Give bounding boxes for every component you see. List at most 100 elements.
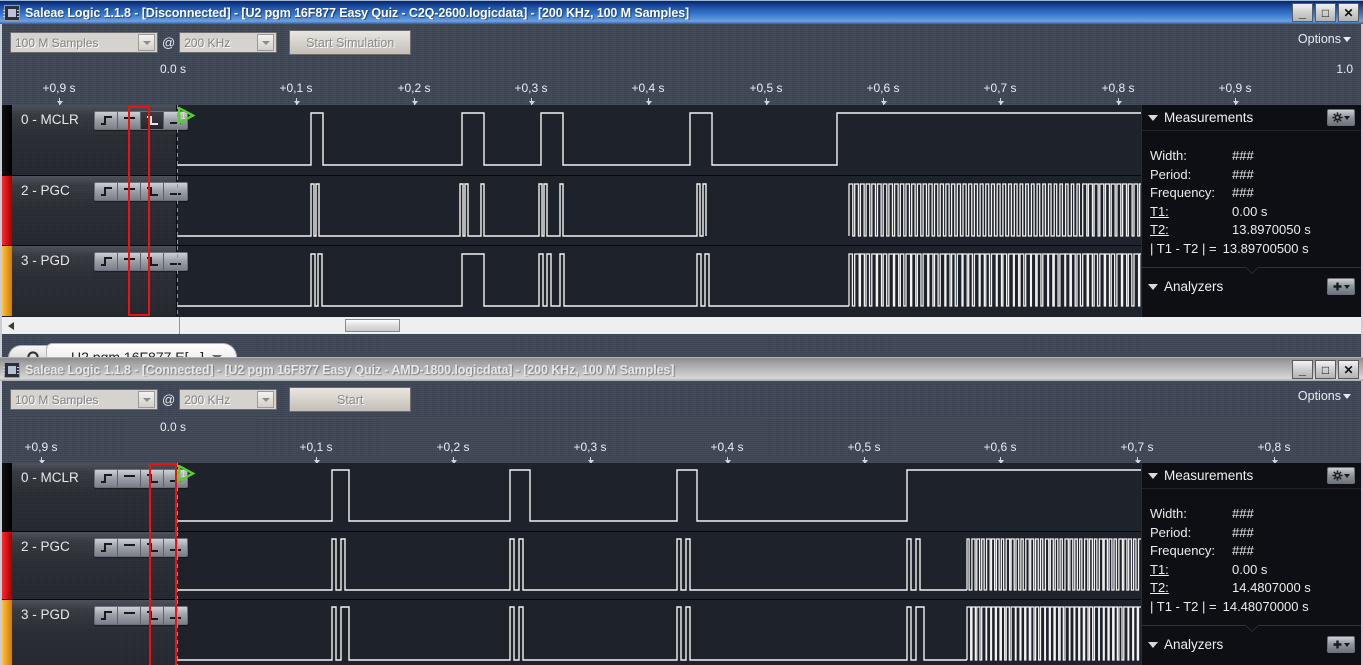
sample-rate-select[interactable]: 200 KHz <box>179 32 277 53</box>
analyzers-header[interactable]: Analyzers <box>1142 274 1361 300</box>
gear-icon[interactable] <box>1327 467 1355 484</box>
window-1-horizontal-scrollbar[interactable] <box>0 317 1363 334</box>
channel-row-pgc[interactable]: 2 - PGC <box>2 176 1141 246</box>
logic-window-2[interactable]: Saleae Logic 1.1.8 - [Connected] - [U2 p… <box>0 357 1363 665</box>
measurement-row: T1:0.00 s <box>1150 561 1353 580</box>
start-button[interactable]: Start <box>289 387 411 412</box>
channel-plot-pgd[interactable] <box>177 246 1141 316</box>
close-button[interactable]: ✕ <box>1338 360 1359 379</box>
channel-plot-mclr[interactable]: 1 <box>177 105 1141 175</box>
minimize-button[interactable]: _ <box>1292 360 1313 379</box>
measurements-header[interactable]: Measurements <box>1142 105 1361 131</box>
maximize-button[interactable]: □ <box>1315 360 1336 379</box>
trigger-high-level-icon[interactable] <box>118 253 141 270</box>
window-1-graph[interactable]: 0 - MCLR 1 <box>0 105 1363 317</box>
scrollbar-thumb[interactable] <box>345 319 400 332</box>
measurement-key-t1[interactable]: T1: <box>1150 203 1232 222</box>
measurement-value: ### <box>1232 147 1254 166</box>
window-1-timeline-ruler[interactable]: +0,9 s+0,1 s+0,2 s+0,3 s+0,4 s+0,5 s+0,6… <box>2 79 1361 105</box>
chevron-down-icon[interactable] <box>138 34 155 51</box>
measurement-key-t2[interactable]: T2: <box>1150 579 1232 598</box>
channel-header-pgc[interactable]: 2 - PGC <box>12 532 177 599</box>
ruler-tick-mark <box>1000 98 1001 105</box>
measurement-key-t2[interactable]: T2: <box>1150 221 1232 240</box>
chevron-down-icon[interactable] <box>138 391 155 408</box>
channel-plot-pgc[interactable] <box>177 532 1141 599</box>
chevron-down-icon[interactable] <box>257 34 274 51</box>
channel-row-pgd[interactable]: 3 - PGD <box>2 246 1141 316</box>
collapse-triangle-icon[interactable] <box>1148 115 1158 121</box>
start-simulation-button[interactable]: Start Simulation <box>289 30 411 55</box>
sample-count-select[interactable]: 100 M Samples <box>10 389 158 410</box>
measurements-header[interactable]: Measurements <box>1142 463 1361 489</box>
maximize-button[interactable]: □ <box>1315 3 1336 22</box>
trigger-rising-edge-icon[interactable] <box>95 607 118 624</box>
window-2-controls[interactable]: _ □ ✕ <box>1292 360 1361 379</box>
trigger-toolbar[interactable] <box>94 182 188 201</box>
trigger-falling-edge-icon[interactable] <box>141 253 164 270</box>
channel-plot-mclr[interactable]: 1 <box>177 463 1141 531</box>
close-button[interactable]: ✕ <box>1338 3 1359 22</box>
trigger-rising-edge-icon[interactable] <box>95 470 118 487</box>
window-1-titlebar[interactable]: Saleae Logic 1.1.8 - [Disconnected] - [U… <box>0 0 1363 24</box>
trigger-falling-edge-icon[interactable] <box>141 607 164 624</box>
channel-header-mclr[interactable]: 0 - MCLR <box>12 463 177 531</box>
trigger-toolbar[interactable] <box>94 252 188 271</box>
trigger-high-level-icon[interactable] <box>118 607 141 624</box>
trigger-high-level-icon[interactable] <box>118 539 141 556</box>
sample-count-select[interactable]: 100 M Samples <box>10 32 158 53</box>
plus-icon[interactable] <box>1327 278 1355 295</box>
collapse-triangle-icon[interactable] <box>1148 642 1158 648</box>
trigger-toolbar[interactable] <box>94 538 188 557</box>
trigger-high-level-icon[interactable] <box>118 470 141 487</box>
chevron-down-icon[interactable] <box>257 391 274 408</box>
options-menu[interactable]: Options <box>1298 389 1351 403</box>
window-1-controls[interactable]: _ □ ✕ <box>1292 3 1361 22</box>
at-separator: @ <box>158 392 179 407</box>
channel-header-pgd[interactable]: 3 - PGD <box>12 600 177 665</box>
trigger-falling-edge-icon[interactable] <box>141 539 164 556</box>
channel-header-pgc[interactable]: 2 - PGC <box>12 176 177 245</box>
app-icon <box>4 5 20 21</box>
window-1-tabstrip[interactable]: U2 pgm 16F877 E[...] <box>0 334 1363 357</box>
trigger-high-level-icon[interactable] <box>118 183 141 200</box>
tab-capture-active[interactable]: U2 pgm 16F877 E[...] <box>46 343 237 357</box>
window-2-title: Saleae Logic 1.1.8 - [Connected] - [U2 p… <box>25 363 1292 377</box>
channel-header-mclr[interactable]: 0 - MCLR <box>12 105 177 175</box>
window-2-ruler-zone[interactable]: 0.0 s +0,9 s+0,1 s+0,2 s+0,3 s+0,4 s+0,5… <box>0 418 1363 463</box>
logic-window-1[interactable]: Saleae Logic 1.1.8 - [Disconnected] - [U… <box>0 0 1363 357</box>
measurement-key-t1[interactable]: T1: <box>1150 561 1232 580</box>
channel-header-pgd[interactable]: 3 - PGD <box>12 246 177 316</box>
trigger-falling-edge-icon[interactable] <box>141 112 164 129</box>
trigger-rising-edge-icon[interactable] <box>95 539 118 556</box>
channel-plot-pgd[interactable] <box>177 600 1141 665</box>
channel-row-pgd[interactable]: 3 - PGD <box>2 600 1141 665</box>
trigger-rising-edge-icon[interactable] <box>95 112 118 129</box>
scroll-left-arrow-icon[interactable] <box>8 322 14 330</box>
collapse-triangle-icon[interactable] <box>1148 284 1158 290</box>
trigger-falling-edge-icon[interactable] <box>141 183 164 200</box>
options-label: Options <box>1298 32 1341 46</box>
gear-icon[interactable] <box>1327 109 1355 126</box>
channel-plot-pgc[interactable] <box>177 176 1141 245</box>
trigger-falling-edge-icon[interactable] <box>141 470 164 487</box>
channel-row-mclr[interactable]: 0 - MCLR 1 <box>2 463 1141 532</box>
window-2-titlebar[interactable]: Saleae Logic 1.1.8 - [Connected] - [U2 p… <box>0 357 1363 381</box>
trigger-rising-edge-icon[interactable] <box>95 183 118 200</box>
trigger-toolbar[interactable] <box>94 606 188 625</box>
collapse-triangle-icon[interactable] <box>1148 473 1158 479</box>
analyzers-header[interactable]: Analyzers <box>1142 632 1361 658</box>
sample-rate-select[interactable]: 200 KHz <box>179 389 277 410</box>
trigger-toolbar[interactable] <box>94 469 188 488</box>
window-2-graph[interactable]: 0 - MCLR 1 <box>0 463 1363 665</box>
channel-row-mclr[interactable]: 0 - MCLR 1 <box>2 105 1141 176</box>
trigger-rising-edge-icon[interactable] <box>95 253 118 270</box>
channel-row-pgc[interactable]: 2 - PGC <box>2 532 1141 600</box>
plus-icon[interactable] <box>1327 636 1355 653</box>
minimize-button[interactable]: _ <box>1292 3 1313 22</box>
window-2-timeline-ruler[interactable]: +0,9 s+0,1 s+0,2 s+0,3 s+0,4 s+0,5 s+0,6… <box>2 438 1361 464</box>
window-1-ruler-zone[interactable]: 0.0 s 1.0 +0,9 s+0,1 s+0,2 s+0,3 s+0,4 s… <box>0 61 1363 105</box>
trigger-toolbar[interactable] <box>94 111 188 130</box>
trigger-high-level-icon[interactable] <box>118 112 141 129</box>
options-menu[interactable]: Options <box>1298 32 1351 46</box>
